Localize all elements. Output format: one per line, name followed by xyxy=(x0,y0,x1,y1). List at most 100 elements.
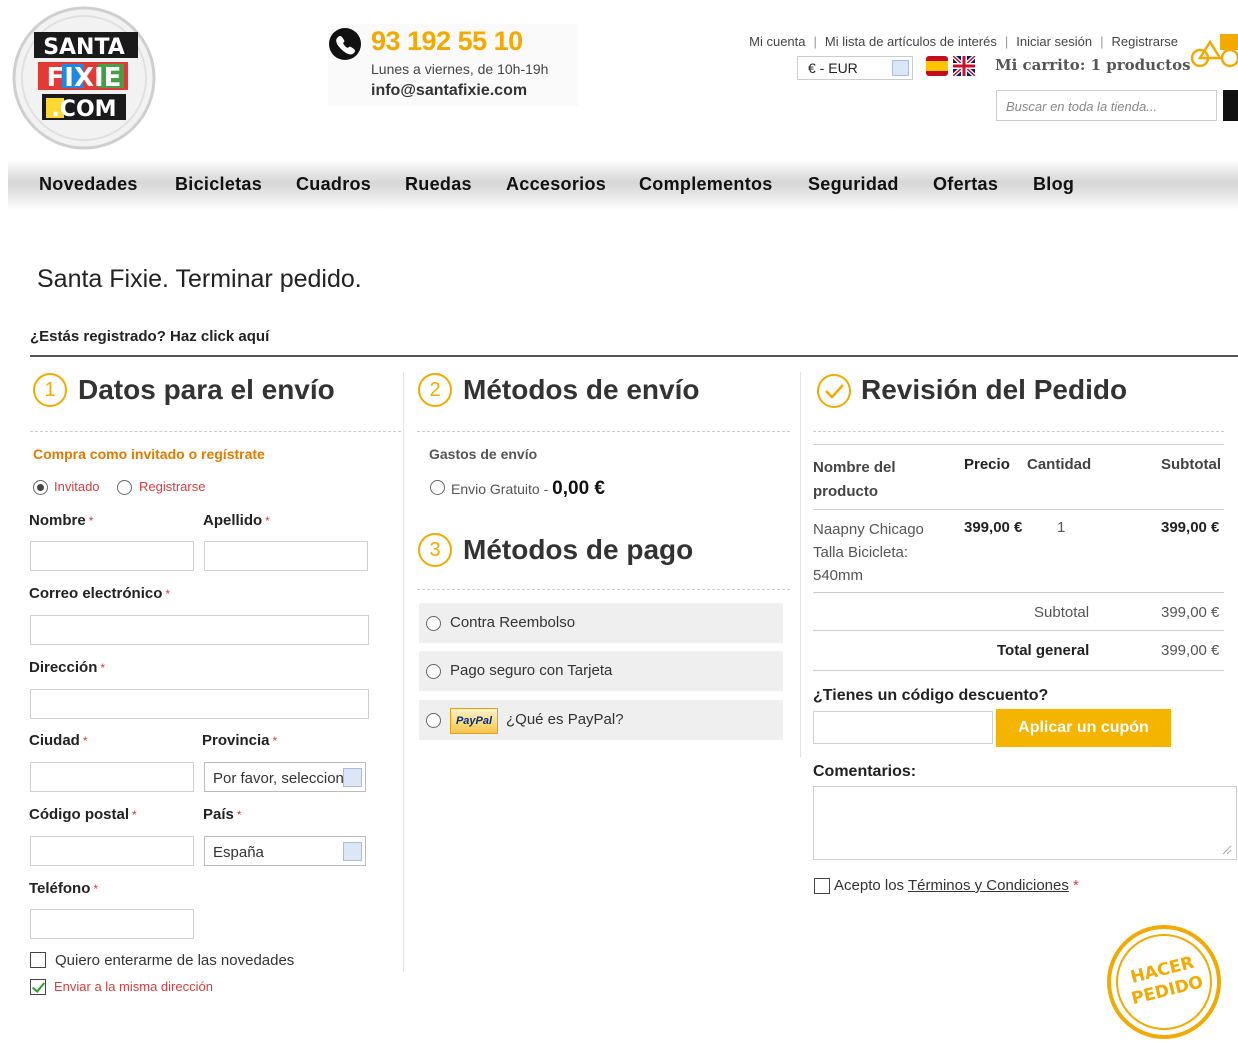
phone-label: Teléfono * xyxy=(29,880,99,897)
flag-es-icon[interactable] xyxy=(926,56,948,76)
payment-option-paypal[interactable]: PayPal ¿Qué es PayPal? xyxy=(419,700,783,740)
register-link[interactable]: Registrarse xyxy=(1112,34,1178,49)
search-input[interactable]: Buscar en toda la tienda... xyxy=(996,90,1217,121)
subtotal-label: Subtotal xyxy=(1034,604,1090,621)
nav-complementos[interactable]: Complementos xyxy=(639,174,773,195)
paypal-info-link[interactable]: ¿Qué es PayPal? xyxy=(506,711,624,728)
resize-handle-icon[interactable] xyxy=(1220,843,1232,855)
last-name-field[interactable] xyxy=(204,541,368,571)
step-number: 1 xyxy=(33,373,67,407)
terms-link[interactable]: Términos y Condiciones xyxy=(908,877,1069,894)
first-name-field[interactable] xyxy=(30,541,194,571)
cod-radio[interactable] xyxy=(426,616,441,631)
subtotal-value: 399,00 € xyxy=(1161,604,1220,621)
province-value: Por favor, seleccione xyxy=(213,770,353,787)
logo-text: FIXIE xyxy=(47,63,122,93)
free-shipping-radio[interactable] xyxy=(430,480,445,495)
main-nav: Novedades Bicicletas Cuadros Ruedas Acce… xyxy=(8,160,1238,210)
divider xyxy=(417,431,790,432)
country-select[interactable]: España xyxy=(204,836,366,866)
col-product-name: Nombre del producto xyxy=(813,459,896,500)
currency-select[interactable]: € - EUR xyxy=(797,56,913,80)
nav-cuadros[interactable]: Cuadros xyxy=(296,174,371,195)
col-subtotal: Subtotal xyxy=(1161,456,1221,473)
divider xyxy=(813,444,1224,445)
divider xyxy=(813,509,1224,510)
payment-heading: Métodos de pago xyxy=(463,534,694,565)
phone-icon xyxy=(329,28,361,60)
same-address-label[interactable]: Enviar a la misma dirección xyxy=(54,979,213,994)
wishlist-link[interactable]: Mi lista de artículos de interés xyxy=(825,34,997,49)
payment-option-cod[interactable]: Contra Reembolso xyxy=(419,603,783,643)
col-price: Precio xyxy=(964,456,1010,473)
coupon-prompt: ¿Tienes un código descuento? xyxy=(813,687,1049,704)
paypal-radio[interactable] xyxy=(426,713,441,728)
nav-novedades[interactable]: Novedades xyxy=(39,174,138,195)
phone-field[interactable] xyxy=(30,909,194,939)
postcode-label: Código postal * xyxy=(29,806,137,823)
comments-textarea[interactable] xyxy=(813,786,1237,860)
card-radio[interactable] xyxy=(426,664,441,679)
newsletter-checkbox[interactable] xyxy=(30,952,46,968)
nav-blog[interactable]: Blog xyxy=(1033,174,1074,195)
contact-box: 93 192 55 10 Lunes a viernes, de 10h-19h… xyxy=(328,24,578,106)
chevron-down-icon xyxy=(343,768,362,787)
register-label[interactable]: Registrarse xyxy=(139,479,205,494)
login-link[interactable]: Iniciar sesión xyxy=(1016,34,1092,49)
contact-email[interactable]: info@santafixie.com xyxy=(371,82,527,100)
same-address-checkbox[interactable] xyxy=(30,979,46,995)
register-radio[interactable] xyxy=(117,480,132,495)
guest-label[interactable]: Invitado xyxy=(54,479,100,494)
apply-coupon-button[interactable]: Aplicar un cupón xyxy=(996,709,1171,747)
logo-text: SANTA xyxy=(43,35,125,60)
my-account-link[interactable]: Mi cuenta xyxy=(749,34,805,49)
divider xyxy=(30,431,401,432)
payment-option-card[interactable]: Pago seguro con Tarjeta xyxy=(419,651,783,691)
chevron-down-icon xyxy=(343,842,362,861)
card-label[interactable]: Pago seguro con Tarjeta xyxy=(450,662,612,679)
city-field[interactable] xyxy=(30,762,194,792)
last-name-label: Apellido * xyxy=(203,512,270,529)
postcode-field[interactable] xyxy=(30,836,194,866)
nav-bicicletas[interactable]: Bicicletas xyxy=(175,174,262,195)
divider xyxy=(813,592,1224,593)
country-label: País * xyxy=(203,806,242,823)
country-value: España xyxy=(213,844,264,861)
comments-label: Comentarios: xyxy=(813,763,917,780)
shipping-methods-heading: Métodos de envío xyxy=(463,374,700,405)
currency-value: € - EUR xyxy=(808,60,858,76)
nav-seguridad[interactable]: Seguridad xyxy=(808,174,899,195)
cargo-bike-icon[interactable] xyxy=(1190,30,1238,70)
email-label: Correo electrónico * xyxy=(29,585,171,602)
guest-prompt: Compra como invitado o regístrate xyxy=(33,446,265,462)
divider xyxy=(30,355,1238,357)
divider xyxy=(813,670,1224,671)
step-number: 2 xyxy=(418,373,452,407)
cart-summary[interactable]: Mi carrito: 1 productos xyxy=(995,56,1191,74)
site-logo[interactable]: SANTA FIXIE .COM xyxy=(12,6,156,150)
login-prompt-link[interactable]: ¿Estás registrado? Haz click aquí xyxy=(30,328,269,345)
shipping-costs-label: Gastos de envío xyxy=(429,446,538,462)
free-shipping-label[interactable]: Envio Gratuito - 0,00 € xyxy=(451,478,605,500)
newsletter-label[interactable]: Quiero enterarme de las novedades xyxy=(55,952,294,969)
province-select[interactable]: Por favor, seleccione xyxy=(204,762,366,792)
nav-ruedas[interactable]: Ruedas xyxy=(405,174,472,195)
cod-label[interactable]: Contra Reembolso xyxy=(450,614,575,631)
email-field[interactable] xyxy=(30,615,369,645)
phone-number: 93 192 55 10 xyxy=(371,26,523,56)
flag-uk-icon[interactable] xyxy=(953,56,975,76)
review-heading: Revisión del Pedido xyxy=(861,374,1128,405)
check-circle-icon xyxy=(817,374,851,408)
place-order-button[interactable]: HACER PEDIDO xyxy=(1106,924,1223,1041)
divider xyxy=(813,431,1224,432)
address-field[interactable] xyxy=(30,689,369,719)
item-qty: 1 xyxy=(1057,519,1066,536)
guest-radio[interactable] xyxy=(33,480,48,495)
chevron-down-icon xyxy=(892,60,909,76)
terms-checkbox[interactable] xyxy=(814,878,830,894)
total-value: 399,00 € xyxy=(1161,642,1220,659)
nav-accesorios[interactable]: Accesorios xyxy=(506,174,606,195)
coupon-field[interactable] xyxy=(813,711,993,744)
search-button[interactable] xyxy=(1223,90,1238,121)
nav-ofertas[interactable]: Ofertas xyxy=(933,174,998,195)
